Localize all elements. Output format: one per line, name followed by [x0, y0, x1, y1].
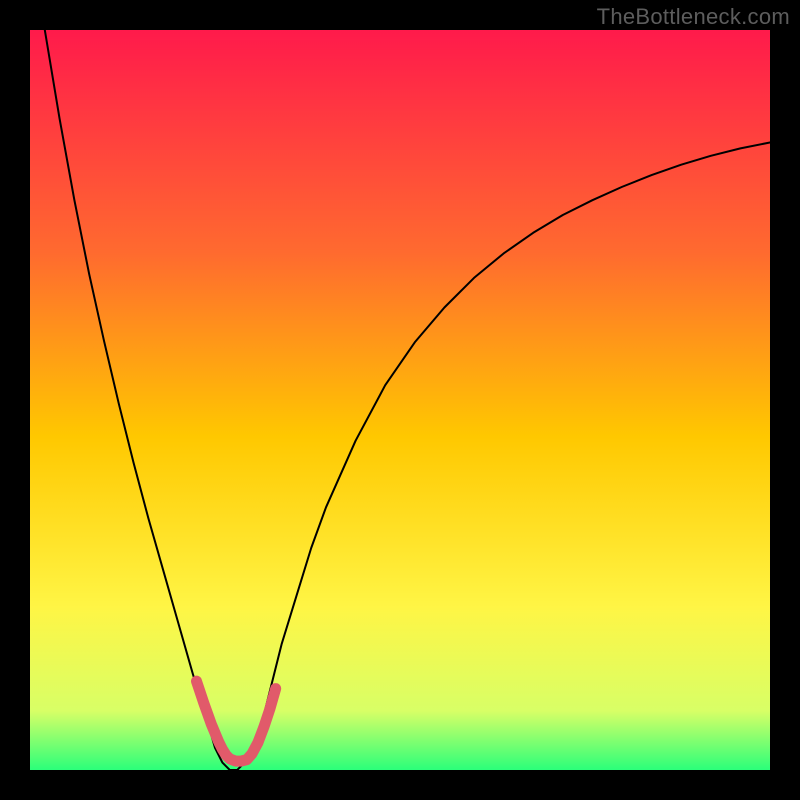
attribution-text: TheBottleneck.com	[597, 4, 790, 30]
chart-svg	[30, 30, 770, 770]
chart-frame: TheBottleneck.com	[0, 0, 800, 800]
gradient-background	[30, 30, 770, 770]
plot-area	[30, 30, 770, 770]
